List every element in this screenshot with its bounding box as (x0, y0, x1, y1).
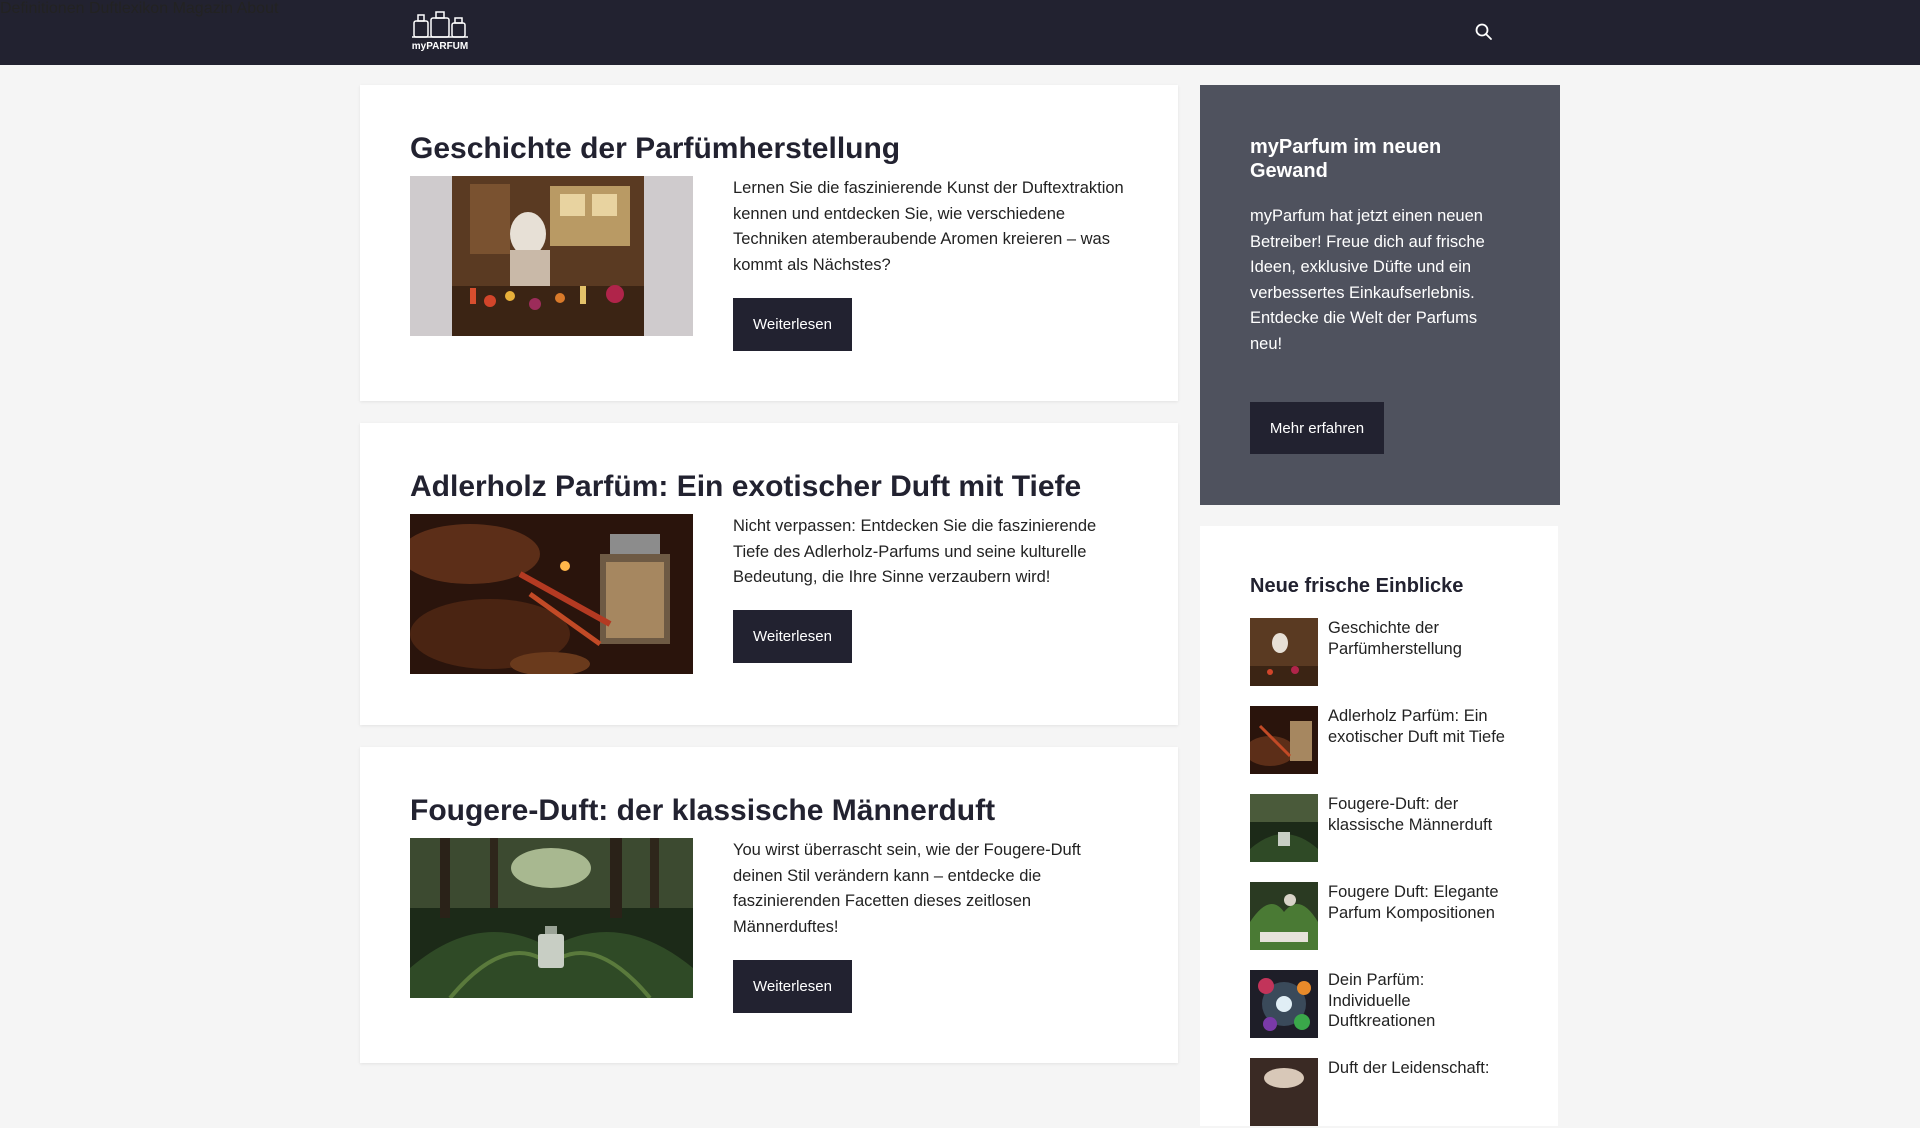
post-excerpt: Nicht verpassen: Entdecken Sie die faszi… (733, 517, 1097, 586)
recent-post-item[interactable]: Adlerholz Parfüm: Ein exotischer Duft mi… (1250, 706, 1520, 776)
perfume-bottles-logo-icon (412, 11, 468, 38)
read-more-button[interactable]: Weiterlesen (733, 960, 852, 1013)
nav-item-about[interactable]: About (237, 0, 279, 17)
recent-post-link[interactable]: Geschichte der Parfümherstellung (1328, 618, 1508, 659)
recent-post-link[interactable]: Adlerholz Parfüm: Ein exotischer Duft mi… (1328, 706, 1508, 747)
recent-post-item[interactable]: Geschichte der Parfümherstellung (1250, 618, 1520, 688)
recent-post-thumbnail[interactable] (1250, 794, 1318, 862)
promo-title: myParfum im neuen Gewand (1250, 136, 1442, 182)
post-card: Adlerholz Parfüm: Ein exotischer Duft mi… (360, 423, 1178, 725)
read-more-button[interactable]: Weiterlesen (733, 298, 852, 351)
recent-post-thumbnail[interactable] (1250, 970, 1318, 1038)
recent-post-item[interactable]: Fougere Duft: Elegante Parfum Kompositio… (1250, 882, 1520, 952)
post-card: Fougere-Duft: der klassische Männerduft … (360, 747, 1178, 1063)
post-card: Geschichte der Parfümherstellung Lernen … (360, 85, 1178, 401)
post-thumbnail[interactable] (410, 176, 693, 336)
site-header: myPARFUM Definitionen Duftlexikon Magazi… (0, 0, 1920, 65)
recent-posts-title: Neue frische Einblicke (1250, 575, 1464, 597)
logo-text: myPARFUM (411, 41, 469, 52)
recent-post-link[interactable]: Fougere-Duft: der klassische Männerduft (1328, 794, 1508, 835)
recent-post-thumbnail[interactable] (1250, 618, 1318, 686)
read-more-button[interactable]: Weiterlesen (733, 610, 852, 663)
nav-item-definitionen[interactable]: Definitionen (0, 0, 85, 17)
recent-post-thumbnail[interactable] (1250, 1058, 1318, 1126)
search-icon[interactable] (1474, 22, 1494, 42)
recent-post-thumbnail[interactable] (1250, 882, 1318, 950)
post-thumbnail[interactable] (410, 514, 693, 674)
site-logo[interactable]: myPARFUM (410, 9, 470, 55)
nav-item-duftlexikon[interactable]: Duftlexikon (89, 0, 168, 17)
recent-post-thumbnail[interactable] (1250, 706, 1318, 774)
post-excerpt: You wirst überrascht sein, wie der Fouge… (733, 841, 1081, 936)
recent-post-link[interactable]: Fougere Duft: Elegante Parfum Kompositio… (1328, 882, 1508, 923)
post-title[interactable]: Adlerholz Parfüm: Ein exotischer Duft mi… (410, 470, 1081, 504)
recent-post-link[interactable]: Duft der Leidenschaft: (1328, 1058, 1508, 1079)
nav-item-magazin[interactable]: Magazin (173, 0, 233, 17)
recent-posts-widget: Neue frische Einblicke Geschichte der Pa… (1200, 526, 1558, 1126)
post-title[interactable]: Fougere-Duft: der klassische Männerduft (410, 794, 995, 828)
post-thumbnail[interactable] (410, 838, 693, 998)
promo-text: myParfum hat jetzt einen neuen Betreiber… (1250, 207, 1485, 353)
recent-post-item[interactable]: Duft der Leidenschaft: (1250, 1058, 1520, 1128)
promo-widget: myParfum im neuen Gewand myParfum hat je… (1200, 85, 1560, 505)
post-title[interactable]: Geschichte der Parfümherstellung (410, 132, 900, 166)
recent-post-item[interactable]: Fougere-Duft: der klassische Männerduft (1250, 794, 1520, 864)
recent-post-link[interactable]: Dein Parfüm: Individuelle Duftkreationen (1328, 970, 1508, 1032)
learn-more-button[interactable]: Mehr erfahren (1250, 402, 1384, 454)
post-excerpt: Lernen Sie die faszinierende Kunst der D… (733, 179, 1124, 274)
recent-post-item[interactable]: Dein Parfüm: Individuelle Duftkreationen (1250, 970, 1520, 1040)
